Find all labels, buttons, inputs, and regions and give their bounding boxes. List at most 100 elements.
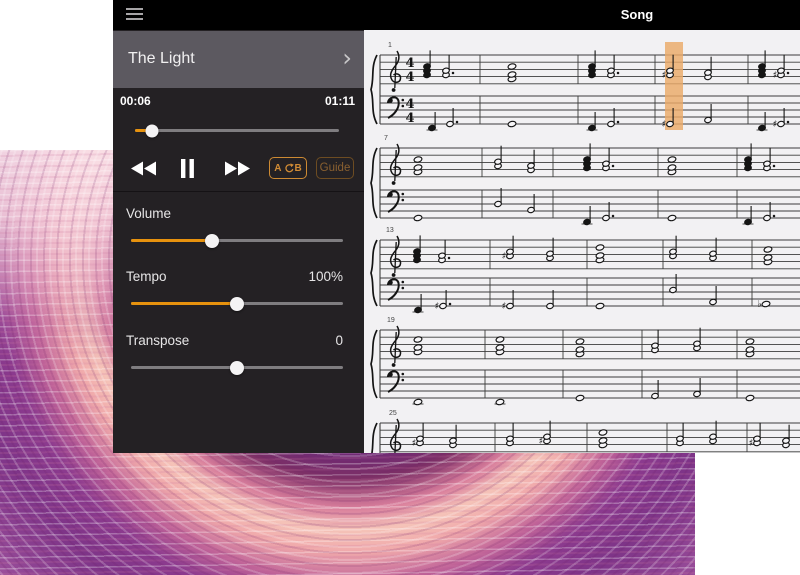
- sidebar: The Light › 00:06 01:11: [113, 30, 364, 453]
- note-head: [575, 395, 584, 402]
- guide-button[interactable]: Guide: [316, 157, 354, 179]
- bass-clef-icon: [388, 371, 399, 392]
- note-head: [667, 215, 676, 222]
- treble-clef-icon: [395, 425, 396, 453]
- transport-controls: A B Guide: [113, 157, 364, 179]
- measure-number: 13: [386, 227, 394, 234]
- augmentation-dot: [449, 303, 452, 306]
- ab-repeat-b-label: B: [295, 163, 302, 174]
- time-total: 01:11: [325, 94, 355, 108]
- augmentation-dot: [617, 72, 620, 75]
- transpose-value: 0: [335, 333, 343, 348]
- transpose-label: Transpose: [126, 333, 189, 348]
- accidental: ♯: [502, 251, 507, 262]
- bass-clef-icon: [402, 287, 405, 290]
- transpose-thumb[interactable]: [230, 361, 244, 375]
- progress-slider[interactable]: [135, 129, 339, 132]
- note-head: [595, 303, 604, 310]
- tempo-slider[interactable]: [131, 302, 343, 305]
- app-window: Song The Light › 00:06 01:11: [113, 0, 800, 453]
- augmentation-dot: [452, 72, 455, 75]
- accidental: ♯: [539, 436, 544, 447]
- sheet-music-panel[interactable]: 144447131925♯♯♯♯♯♯♯♭♯♯♯: [364, 30, 800, 453]
- volume-label: Volume: [126, 206, 171, 221]
- measure-number: 19: [387, 317, 395, 324]
- transpose-slider[interactable]: [131, 366, 343, 369]
- treble-clef-icon: [392, 363, 396, 367]
- accidental: ♯: [435, 301, 440, 312]
- system-brace: [371, 148, 377, 218]
- bass-clef-icon: [402, 199, 405, 202]
- volume-slider[interactable]: [131, 239, 343, 242]
- note-head: [575, 338, 584, 345]
- accidental: ♯: [502, 301, 507, 312]
- page: Song The Light › 00:06 01:11: [0, 0, 800, 575]
- augmentation-dot: [773, 165, 776, 168]
- sheet-music-svg: 144447131925♯♯♯♯♯♯♯♭♯♯♯: [364, 30, 800, 453]
- treble-clef-icon: [392, 181, 396, 185]
- fast-forward-icon: [224, 161, 250, 176]
- system-brace: [371, 330, 377, 398]
- rewind-button[interactable]: [130, 157, 157, 179]
- augmentation-dot: [617, 121, 620, 124]
- menu-icon[interactable]: [126, 8, 143, 21]
- song-select-row[interactable]: The Light ›: [113, 31, 364, 88]
- note-head: [507, 121, 516, 128]
- treble-clef-icon: [392, 88, 396, 92]
- time-signature: 4: [405, 97, 414, 112]
- bass-clef-icon: [402, 99, 405, 102]
- tempo-fill: [131, 302, 237, 305]
- pause-button[interactable]: [179, 157, 196, 179]
- note-head: [507, 63, 516, 70]
- bass-clef-icon: [402, 379, 405, 382]
- time-signature: 4: [405, 111, 414, 126]
- fast-forward-button[interactable]: [223, 157, 250, 179]
- bass-clef-icon: [402, 193, 405, 196]
- note-head: [667, 156, 676, 163]
- accidental: ♭: [758, 299, 762, 310]
- measure-number: 25: [389, 410, 397, 417]
- augmentation-dot: [787, 72, 790, 75]
- progress-thumb[interactable]: [146, 124, 159, 137]
- accidental: ♯: [773, 119, 778, 130]
- ab-repeat-loop-icon: [283, 163, 294, 174]
- note-head: [745, 395, 754, 402]
- note-head: [745, 338, 754, 345]
- bass-clef-icon: [388, 279, 399, 300]
- bass-clef-icon: [402, 281, 405, 284]
- volume-fill: [131, 239, 212, 242]
- bass-clef-icon: [402, 105, 405, 108]
- accidental: ♯: [662, 70, 667, 81]
- song-title: The Light: [128, 50, 195, 68]
- tab-song[interactable]: Song: [621, 0, 654, 30]
- note-head: [413, 215, 422, 222]
- bass-clef-icon: [402, 373, 405, 376]
- accidental: ♯: [749, 438, 754, 449]
- accidental: ♯: [662, 119, 667, 130]
- note-head: [595, 244, 604, 251]
- augmentation-dot: [456, 121, 459, 124]
- augmentation-dot: [612, 165, 615, 168]
- augmentation-dot: [448, 257, 451, 260]
- augmentation-dot: [787, 121, 790, 124]
- system-brace: [371, 55, 377, 124]
- augmentation-dot: [612, 215, 615, 218]
- volume-thumb[interactable]: [205, 234, 219, 248]
- system-brace: [371, 423, 377, 453]
- treble-clef-icon: [395, 57, 396, 88]
- time-elapsed: 00:06: [120, 94, 151, 108]
- accidental: ♯: [773, 70, 778, 81]
- time-signature: 4: [405, 70, 414, 85]
- ab-repeat-a-label: A: [274, 163, 281, 174]
- section-divider: [113, 191, 364, 192]
- treble-clef-icon: [392, 273, 396, 277]
- pause-icon: [180, 159, 195, 178]
- measure-number: 1: [388, 42, 392, 49]
- tempo-label: Tempo: [126, 269, 167, 284]
- time-signature: 4: [405, 56, 414, 71]
- ab-repeat-button[interactable]: A B: [269, 157, 307, 179]
- tempo-thumb[interactable]: [230, 297, 244, 311]
- top-bar: Song: [113, 0, 800, 30]
- tempo-value: 100%: [308, 269, 343, 284]
- time-row: 00:06 01:11: [120, 94, 355, 108]
